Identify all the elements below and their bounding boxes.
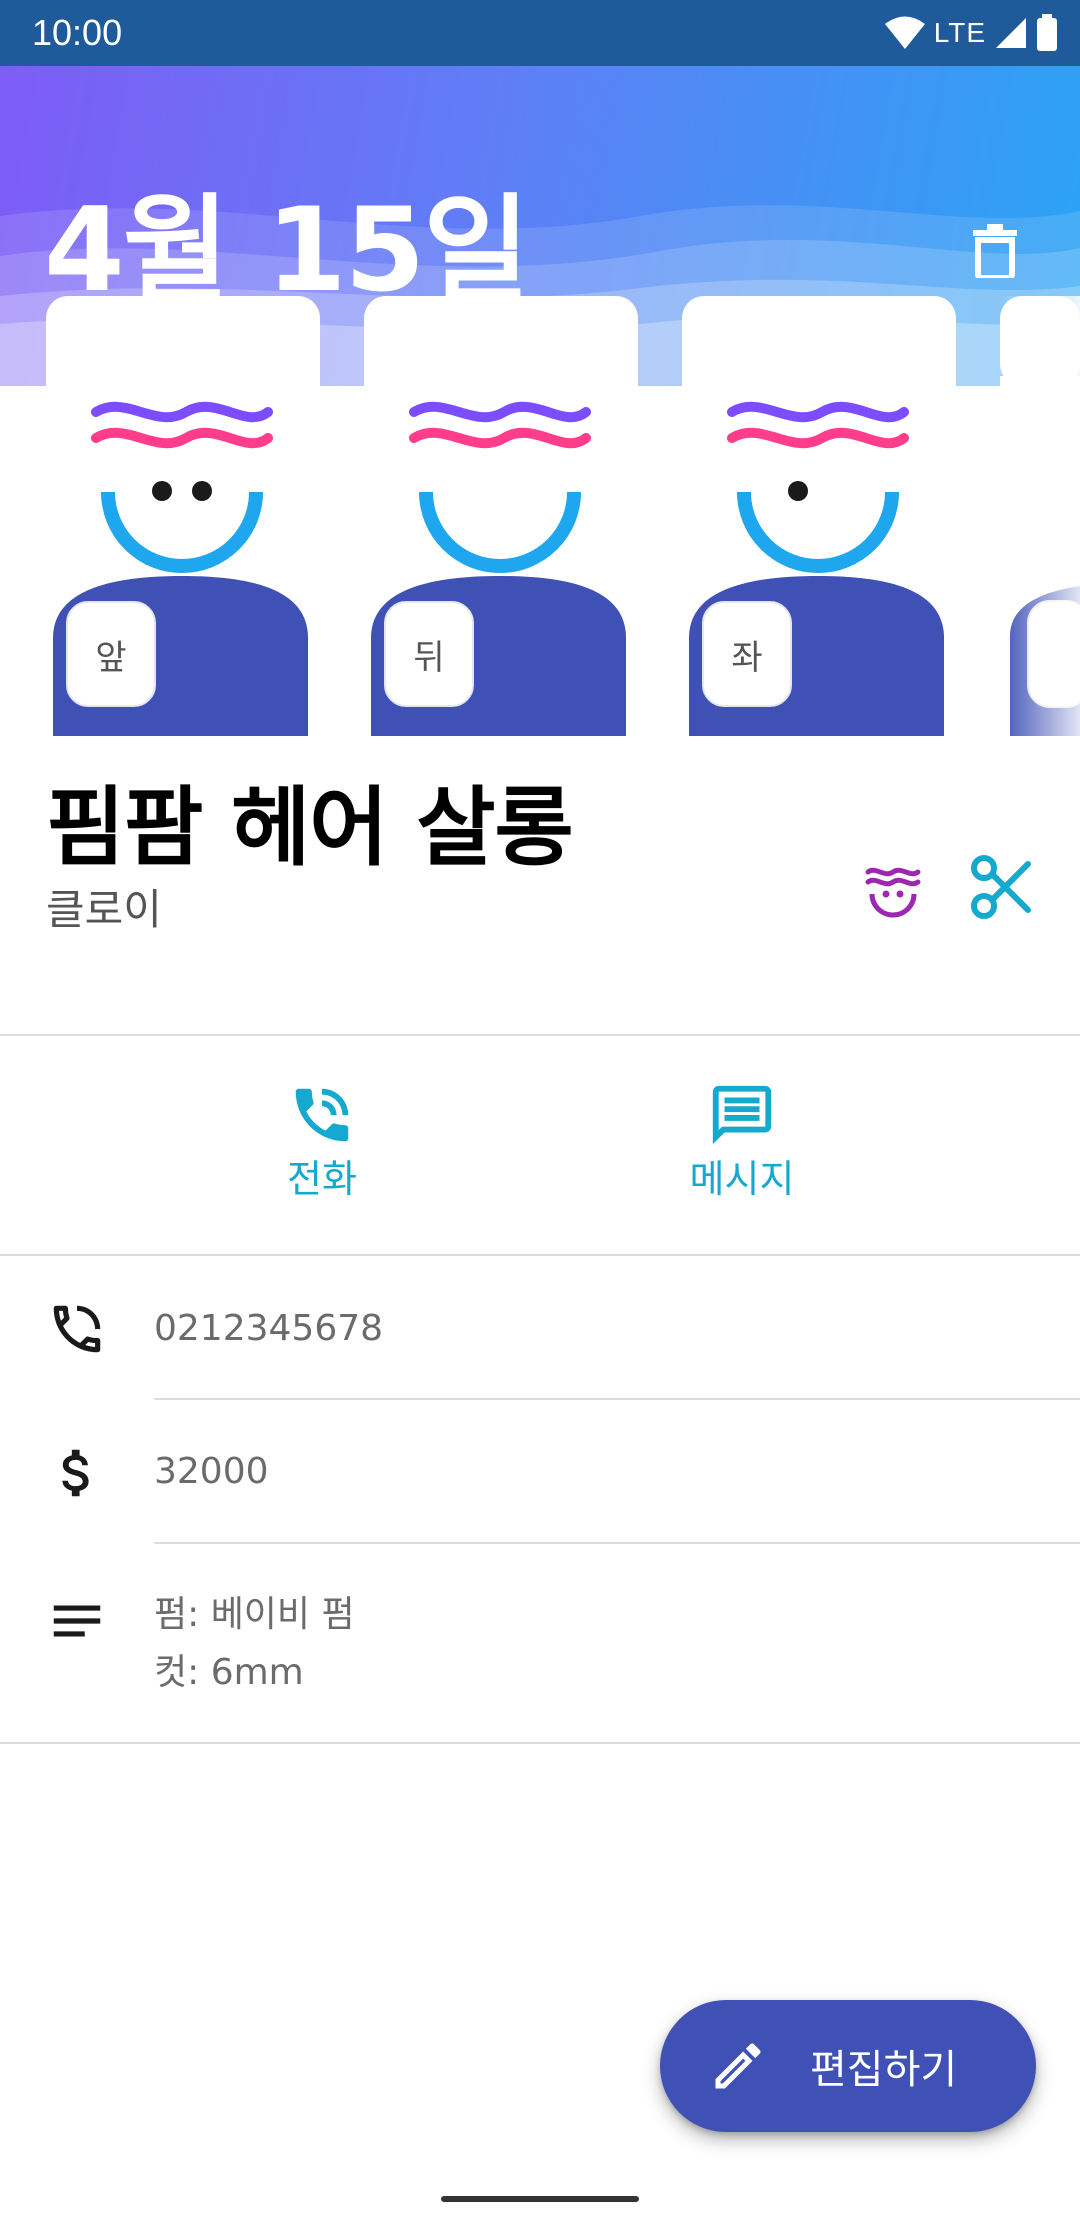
message-icon [712,1085,772,1145]
delete-button[interactable] [960,216,1030,286]
screen: 10:00 LTE 4월 15일 앞 뒤 좌 핌팜 헤어 살롱 클로이 전화 메… [0,0,1080,2220]
wifi-icon [884,16,925,49]
phone-icon [53,1305,101,1353]
stylist-name: 클로이 [46,885,162,934]
phone-icon [295,1088,349,1142]
photo-card-left[interactable]: 좌 [682,296,956,740]
status-time: 10:00 [32,12,123,53]
status-bar: 10:00 LTE [0,0,1080,66]
signal-icon [996,18,1026,48]
salon-name: 핌팜 헤어 살롱 [46,778,574,878]
home-indicator[interactable] [441,2196,639,2202]
divider [0,1034,1080,1036]
partial-card-art [1000,296,1080,740]
photo-card-front[interactable]: 앞 [46,296,320,740]
scissors-button[interactable] [968,852,1038,922]
photo-card-back[interactable]: 뒤 [364,296,638,740]
divider [154,1398,1080,1400]
date-title: 4월 15일 [44,183,530,318]
notes-icon [53,1605,101,1637]
scissors-icon [971,855,1031,919]
dollar-icon [62,1449,89,1497]
face-icon [865,867,921,918]
battery-icon [1037,14,1057,51]
photo-label: 좌 [702,601,792,707]
photo-cards: 앞 뒤 좌 [0,296,1080,746]
trash-icon [973,224,1017,278]
memo-line-2: 컷: 6mm [154,1652,304,1693]
memo-line-1: 펌: 베이비 펌 [154,1594,355,1635]
pencil-icon [715,2043,761,2089]
message-button[interactable]: 메시지 [642,1080,842,1210]
divider [0,1742,1080,1744]
divider [0,1254,1080,1256]
edit-button[interactable]: 편집하기 [660,2000,1036,2132]
message-label: 메시지 [689,1157,795,1201]
call-label: 전화 [287,1157,357,1201]
status-icons: LTE [884,12,1058,54]
photo-card-partial[interactable] [1000,296,1080,740]
network-type: LTE [933,17,986,48]
divider [154,1542,1080,1544]
edit-label: 편집하기 [810,2047,958,2093]
price: 32000 [154,1451,269,1492]
photo-label: 뒤 [384,601,474,707]
call-button[interactable]: 전화 [222,1080,422,1210]
phone-number[interactable]: 0212345678 [154,1300,383,1358]
face-style-button[interactable] [858,854,928,924]
photo-label: 앞 [66,601,156,707]
